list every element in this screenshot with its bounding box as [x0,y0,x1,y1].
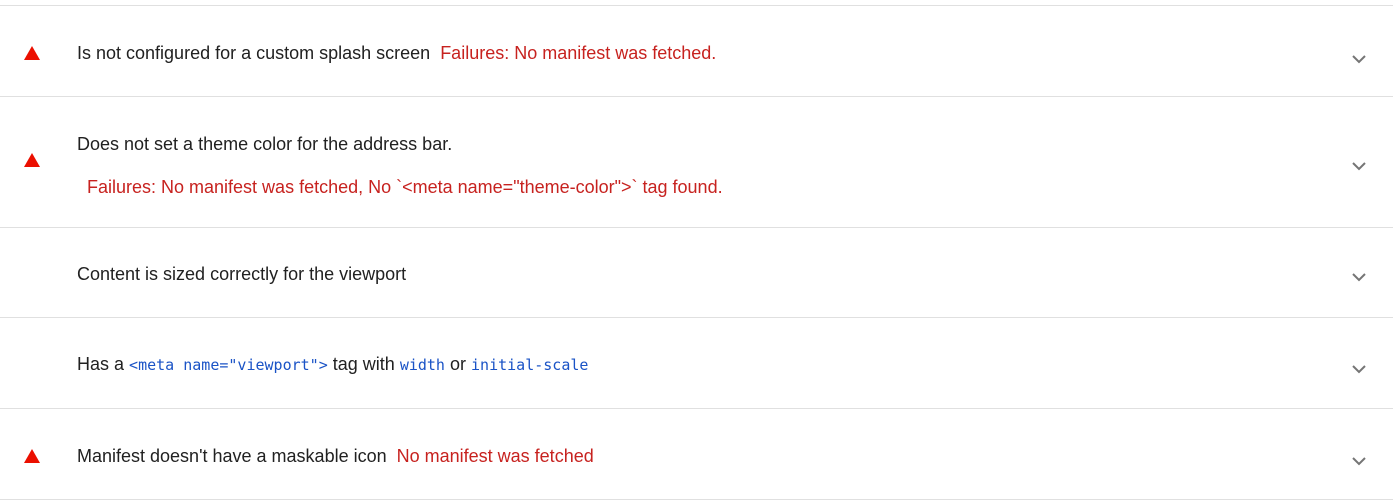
audit-title: Has a <meta name="viewport"> tag with wi… [77,353,588,376]
audit-title-text: or [449,354,466,374]
audit-failure-text: Failures: No manifest was fetched. [440,43,717,63]
audit-row-splash-screen[interactable]: Is not configured for a custom splash sc… [0,6,1393,96]
divider [0,499,1393,500]
audit-title: Manifest doesn't have a maskable icon No … [77,445,594,467]
chevron-down-icon[interactable] [1351,456,1367,466]
audit-title: Is not configured for a custom splash sc… [77,42,716,64]
audit-title-text: Manifest doesn't have a maskable icon [77,446,387,466]
audit-title-text: tag with [332,354,395,374]
chevron-down-icon[interactable] [1351,272,1367,282]
fail-triangle-icon [24,153,40,167]
code-snippet: initial-scale [471,356,589,374]
audit-title-text: Is not configured for a custom splash sc… [77,43,431,63]
audit-failure-text: Failures: No manifest was fetched, No `<… [87,177,723,197]
audit-failure-text: No manifest was fetched [396,446,594,466]
audit-row-maskable-icon[interactable]: Manifest doesn't have a maskable icon No … [0,409,1393,499]
audit-row-meta-viewport[interactable]: Has a <meta name="viewport"> tag with wi… [0,318,1393,408]
audit-title: Content is sized correctly for the viewp… [77,264,407,284]
code-snippet: width [399,356,445,374]
chevron-down-icon[interactable] [1351,54,1367,64]
audit-row-theme-color[interactable]: Does not set a theme color for the addre… [0,97,1393,227]
audit-title: Does not set a theme color for the addre… [77,134,453,154]
fail-triangle-icon [24,449,40,463]
audit-row-content-sized[interactable]: Content is sized correctly for the viewp… [0,228,1393,317]
chevron-down-icon[interactable] [1351,364,1367,374]
fail-triangle-icon [24,46,40,60]
chevron-down-icon[interactable] [1351,161,1367,171]
audit-title-text: Has a [77,354,125,374]
code-snippet: <meta name="viewport"> [129,356,328,374]
